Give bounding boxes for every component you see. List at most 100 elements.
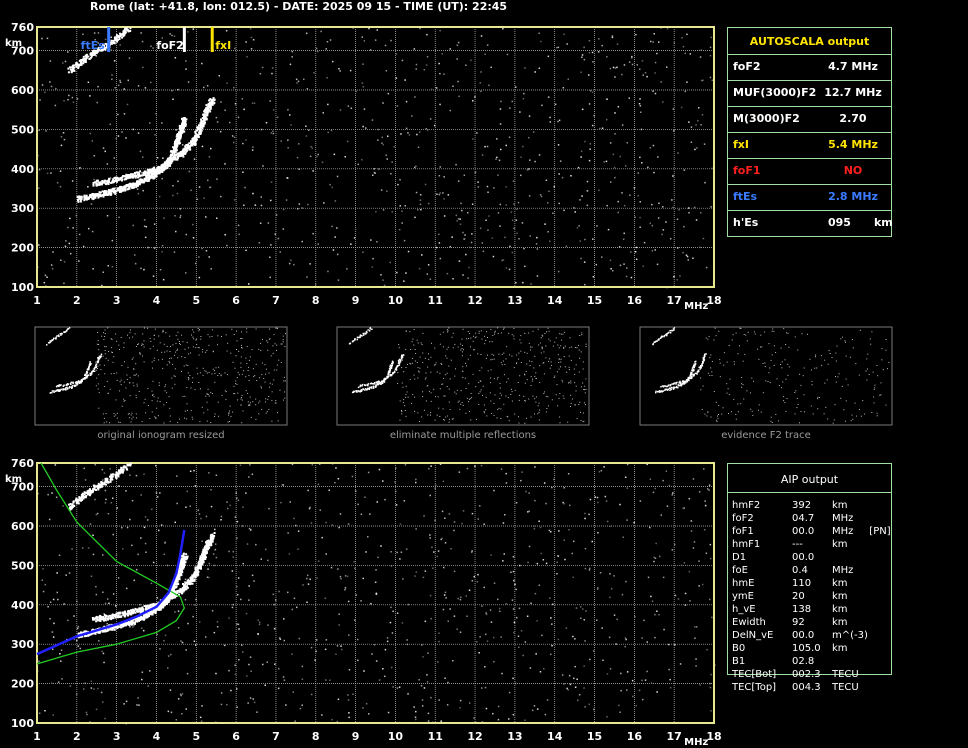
- noise-dot: [524, 641, 527, 643]
- noise-dot: [499, 610, 501, 613]
- noise-dot: [376, 501, 378, 503]
- noise-dot: [708, 484, 711, 486]
- noise-dot: [499, 203, 502, 206]
- noise-dot: [75, 214, 78, 217]
- noise-dot: [444, 677, 446, 679]
- noise-dot: [237, 594, 239, 596]
- noise-dot: [147, 685, 149, 687]
- noise-dot: [329, 183, 331, 186]
- thumb-noise: [192, 336, 194, 338]
- thumb-noise: [275, 327, 277, 329]
- trace-point: [120, 34, 123, 37]
- noise-dot: [57, 598, 59, 601]
- trace-point: [139, 617, 142, 620]
- noise-dot: [104, 150, 106, 153]
- noise-dot: [403, 239, 406, 242]
- thumb-noise: [134, 374, 136, 376]
- thumb-noise: [270, 355, 272, 357]
- x-tick-label: 9: [352, 294, 360, 307]
- trace-point: [153, 603, 156, 606]
- noise-dot: [224, 163, 226, 165]
- noise-dot: [171, 89, 173, 92]
- noise-dot: [583, 46, 585, 49]
- noise-dot: [84, 682, 86, 685]
- noise-dot: [534, 592, 537, 595]
- thumb-noise: [188, 379, 190, 381]
- noise-dot: [261, 66, 264, 69]
- noise-dot: [382, 668, 384, 670]
- trace-point: [127, 614, 129, 617]
- noise-dot: [646, 670, 648, 673]
- noise-dot: [348, 669, 351, 671]
- noise-dot: [228, 550, 230, 553]
- thumb-noise: [152, 380, 154, 382]
- trace-point: [210, 540, 213, 543]
- noise-dot: [399, 205, 401, 207]
- noise-dot: [695, 219, 698, 221]
- noise-dot: [192, 28, 195, 30]
- noise-dot: [339, 70, 341, 72]
- noise-dot: [355, 594, 357, 596]
- noise-dot: [622, 536, 624, 538]
- noise-dot: [406, 643, 409, 646]
- thumb-noise: [240, 366, 242, 368]
- thumb-noise: [136, 385, 138, 387]
- noise-dot: [208, 256, 210, 258]
- noise-dot: [139, 604, 141, 606]
- noise-dot: [106, 215, 109, 217]
- noise-dot: [67, 51, 69, 53]
- x-tick-label: 6: [232, 294, 240, 307]
- trace-point: [129, 464, 132, 467]
- thumb-noise: [143, 402, 145, 404]
- noise-dot: [184, 578, 187, 581]
- noise-dot: [711, 616, 713, 619]
- noise-dot: [566, 687, 568, 690]
- thumb-noise: [181, 334, 183, 336]
- thumb-noise: [153, 338, 155, 340]
- noise-dot: [401, 622, 404, 624]
- thumb-noise: [214, 413, 216, 415]
- noise-dot: [205, 250, 208, 252]
- noise-dot: [429, 118, 432, 120]
- noise-dot: [545, 502, 547, 505]
- thumb-noise: [169, 362, 171, 364]
- noise-dot: [287, 139, 289, 141]
- noise-dot: [159, 269, 162, 271]
- noise-dot: [634, 616, 636, 618]
- thumb-noise: [169, 415, 171, 417]
- noise-dot: [588, 103, 591, 105]
- trace-point: [191, 582, 194, 585]
- noise-dot: [123, 88, 125, 90]
- thumb-noise: [220, 374, 222, 376]
- noise-dot: [423, 515, 425, 517]
- noise-dot: [457, 41, 460, 44]
- trace-point: [83, 60, 86, 63]
- noise-dot: [584, 567, 587, 570]
- thumb-noise: [168, 396, 170, 398]
- thumb-noise: [267, 349, 269, 351]
- noise-dot: [513, 203, 515, 205]
- trace-point: [103, 179, 106, 182]
- trace-point: [79, 63, 82, 66]
- noise-dot: [368, 713, 370, 715]
- thumb-noise: [251, 349, 253, 351]
- noise-dot: [203, 86, 205, 89]
- noise-dot: [312, 170, 314, 172]
- noise-dot: [112, 593, 115, 595]
- noise-dot: [584, 706, 586, 708]
- noise-dot: [56, 572, 58, 574]
- noise-dot: [42, 568, 44, 570]
- thumb-noise: [235, 355, 237, 357]
- noise-dot: [635, 258, 638, 260]
- noise-dot: [170, 653, 172, 656]
- noise-dot: [571, 552, 573, 555]
- noise-dot: [299, 707, 302, 710]
- noise-dot: [477, 573, 479, 576]
- noise-dot: [576, 678, 578, 680]
- trace-point: [117, 179, 120, 182]
- noise-dot: [599, 127, 601, 130]
- noise-dot: [253, 701, 256, 704]
- noise-dot: [257, 619, 259, 621]
- noise-dot: [391, 632, 394, 634]
- thumb-noise: [198, 347, 200, 349]
